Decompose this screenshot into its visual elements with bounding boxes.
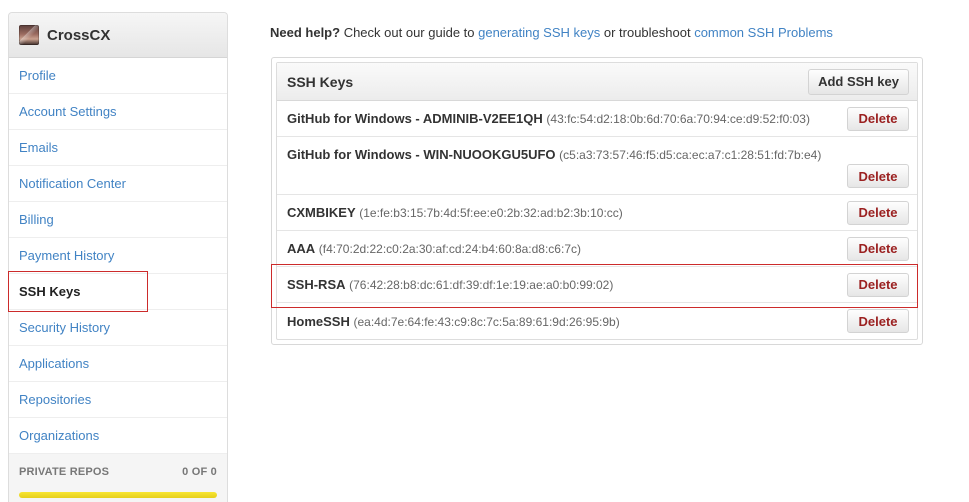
sidebar-item-organizations[interactable]: Organizations xyxy=(9,418,227,454)
delete-key-button[interactable]: Delete xyxy=(847,200,909,225)
ssh-key-name: CXMBIKEY xyxy=(287,205,356,220)
ssh-key-row: HomeSSH (ea:4d:7e:64:fe:43:c9:8c:7c:5a:8… xyxy=(277,303,917,339)
help-prefix: Need help? xyxy=(270,25,341,40)
ssh-key-fingerprint: (1e:fe:b3:15:7b:4d:5f:ee:e0:2b:32:ad:b2:… xyxy=(359,206,623,220)
sidebar-item-repositories[interactable]: Repositories xyxy=(9,382,227,418)
ssh-key-name: GitHub for Windows - ADMINIB-V2EE1QH xyxy=(287,111,543,126)
ssh-key-name: SSH-RSA xyxy=(287,277,346,292)
delete-key-button[interactable]: Delete xyxy=(847,164,909,188)
ssh-keys-panel: SSH Keys Add SSH key GitHub for Windows … xyxy=(271,57,923,345)
ssh-key-info: GitHub for Windows - WIN-NUOOKGU5UFO (c5… xyxy=(287,147,821,162)
ssh-keys-title: SSH Keys xyxy=(287,73,354,90)
sidebar-item-notification-center[interactable]: Notification Center xyxy=(9,166,227,202)
private-repos-label: PRIVATE REPOS xyxy=(19,466,110,478)
sidebar-item-security-history[interactable]: Security History xyxy=(9,310,227,346)
ssh-key-row: CXMBIKEY (1e:fe:b3:15:7b:4d:5f:ee:e0:2b:… xyxy=(277,195,917,231)
sidebar-item-payment-history[interactable]: Payment History xyxy=(9,238,227,274)
private-repos-meter xyxy=(19,492,217,498)
ssh-key-fingerprint: (43:fc:54:d2:18:0b:6d:70:6a:70:94:ce:d9:… xyxy=(546,112,810,126)
ssh-key-info: AAA (f4:70:2d:22:c0:2a:30:af:cd:24:b4:60… xyxy=(287,241,581,256)
private-repos-count: 0 OF 0 xyxy=(182,466,217,478)
ssh-key-row: GitHub for Windows - WIN-NUOOKGU5UFO (c5… xyxy=(277,137,917,195)
sidebar-header[interactable]: CrossCX xyxy=(9,13,227,58)
avatar xyxy=(19,25,39,45)
ssh-key-info: CXMBIKEY (1e:fe:b3:15:7b:4d:5f:ee:e0:2b:… xyxy=(287,205,623,220)
delete-key-button[interactable]: Delete xyxy=(847,236,909,261)
settings-nav: Profile Account Settings Emails Notifica… xyxy=(9,58,227,454)
sidebar-item-account-settings[interactable]: Account Settings xyxy=(9,94,227,130)
delete-key-button[interactable]: Delete xyxy=(847,106,909,131)
ssh-key-row: AAA (f4:70:2d:22:c0:2a:30:af:cd:24:b4:60… xyxy=(277,231,917,267)
ssh-key-info: HomeSSH (ea:4d:7e:64:fe:43:c9:8c:7c:5a:8… xyxy=(287,314,620,329)
generating-ssh-keys-link[interactable]: generating SSH keys xyxy=(478,25,600,40)
sidebar-item-ssh-keys[interactable]: SSH Keys xyxy=(9,274,227,310)
delete-key-button[interactable]: Delete xyxy=(847,272,909,297)
ssh-keys-header: SSH Keys Add SSH key xyxy=(277,63,917,101)
sidebar-item-applications[interactable]: Applications xyxy=(9,346,227,382)
private-repos-section: PRIVATE REPOS 0 OF 0 xyxy=(9,454,227,490)
settings-sidebar: CrossCX Profile Account Settings Emails … xyxy=(8,12,228,502)
ssh-key-info: GitHub for Windows - ADMINIB-V2EE1QH (43… xyxy=(287,111,810,126)
help-text-1: Check out our guide to xyxy=(340,25,479,40)
ssh-key-fingerprint: (f4:70:2d:22:c0:2a:30:af:cd:24:b4:60:8a:… xyxy=(318,242,581,256)
help-text: Need help? Check out our guide to genera… xyxy=(270,25,833,40)
ssh-key-info: SSH-RSA (76:42:28:b8:dc:61:df:39:df:1e:1… xyxy=(287,277,613,292)
ssh-key-fingerprint: (c5:a3:73:57:46:f5:d5:ca:ec:a7:c1:28:51:… xyxy=(559,148,822,162)
ssh-keys-list: SSH Keys Add SSH key GitHub for Windows … xyxy=(276,62,918,340)
private-repos-meter-fill xyxy=(19,492,217,498)
ssh-key-name: HomeSSH xyxy=(287,313,350,329)
username: CrossCX xyxy=(47,26,111,44)
sidebar-item-emails[interactable]: Emails xyxy=(9,130,227,166)
help-text-2: or troubleshoot xyxy=(600,25,695,40)
ssh-key-name: AAA xyxy=(287,241,316,256)
ssh-key-fingerprint: (ea:4d:7e:64:fe:43:c9:8c:7c:5a:89:61:9d:… xyxy=(353,314,620,329)
ssh-key-row: GitHub for Windows - ADMINIB-V2EE1QH (43… xyxy=(277,101,917,137)
ssh-key-row: SSH-RSA (76:42:28:b8:dc:61:df:39:df:1e:1… xyxy=(277,267,917,303)
add-ssh-key-button[interactable]: Add SSH key xyxy=(808,68,909,95)
ssh-key-name: GitHub for Windows - WIN-NUOOKGU5UFO xyxy=(287,147,556,162)
sidebar-item-billing[interactable]: Billing xyxy=(9,202,227,238)
delete-key-button[interactable]: Delete xyxy=(847,309,909,333)
common-ssh-problems-link[interactable]: common SSH Problems xyxy=(694,25,833,40)
sidebar-item-profile[interactable]: Profile xyxy=(9,58,227,94)
ssh-key-fingerprint: (76:42:28:b8:dc:61:df:39:df:1e:19:ae:a0:… xyxy=(349,278,614,292)
